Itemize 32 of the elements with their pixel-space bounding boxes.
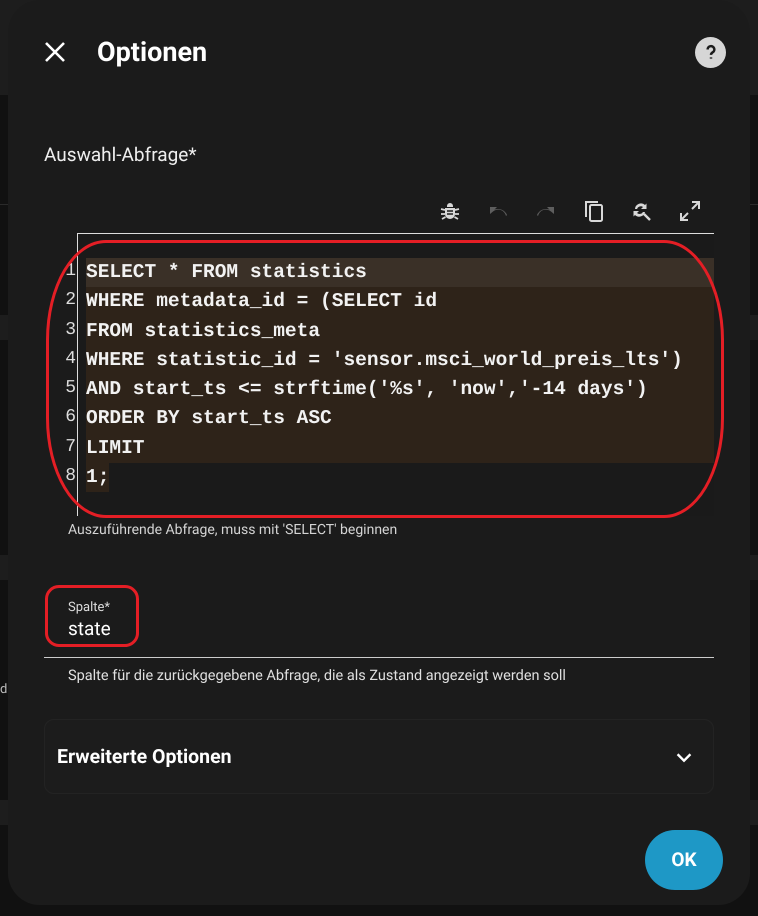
- code-line: ORDER BY start_ts ASC: [86, 406, 333, 432]
- line-number: 8: [65, 465, 76, 488]
- field-label: Auswahl-Abfrage*: [44, 142, 197, 168]
- close-icon: [43, 40, 67, 64]
- code-line: AND start_ts <= strftime('%s', 'now','-14 days'): [86, 377, 649, 402]
- field-value: state: [68, 616, 111, 642]
- text-field[interactable]: Spalte* state: [44, 584, 714, 658]
- copy-button[interactable]: [582, 199, 606, 223]
- code-line: 1;: [86, 465, 110, 490]
- expansion-panel[interactable]: Erweiterte Optionen: [44, 719, 714, 794]
- helper-text: Auszuführende Abfrage, muss mit 'SELECT' beginnen: [68, 521, 398, 540]
- close-button[interactable]: [43, 40, 67, 64]
- help-button[interactable]: [695, 36, 726, 68]
- fullscreen-icon: [678, 199, 702, 223]
- line-number: 6: [65, 406, 76, 430]
- code-line: LIMIT: [86, 436, 146, 461]
- dialog-title: Optionen: [97, 34, 208, 70]
- fullscreen-button[interactable]: [678, 199, 702, 223]
- panel-title: Erweiterte Optionen: [57, 744, 232, 770]
- field-label: Spalte*: [68, 600, 110, 616]
- copy-icon: [582, 199, 606, 223]
- line-number: 5: [65, 377, 76, 400]
- code-line: SELECT * FROM statistics: [86, 260, 368, 285]
- line-number: 3: [65, 318, 76, 342]
- background-text: d: [0, 681, 8, 699]
- code-line: WHERE metadata_id = (SELECT id: [86, 289, 438, 314]
- line-number: 4: [65, 348, 76, 371]
- code-line: WHERE statistic_id = 'sensor.msci_world_preis_lts'): [86, 348, 684, 373]
- line-number: 2: [65, 289, 76, 312]
- helper-text: Spalte für die zurückgegebene Abfrage, die als Zustand angezeigt werden soll: [68, 666, 566, 686]
- code-line: FROM statistics_meta: [86, 318, 322, 344]
- line-number: 7: [65, 436, 76, 459]
